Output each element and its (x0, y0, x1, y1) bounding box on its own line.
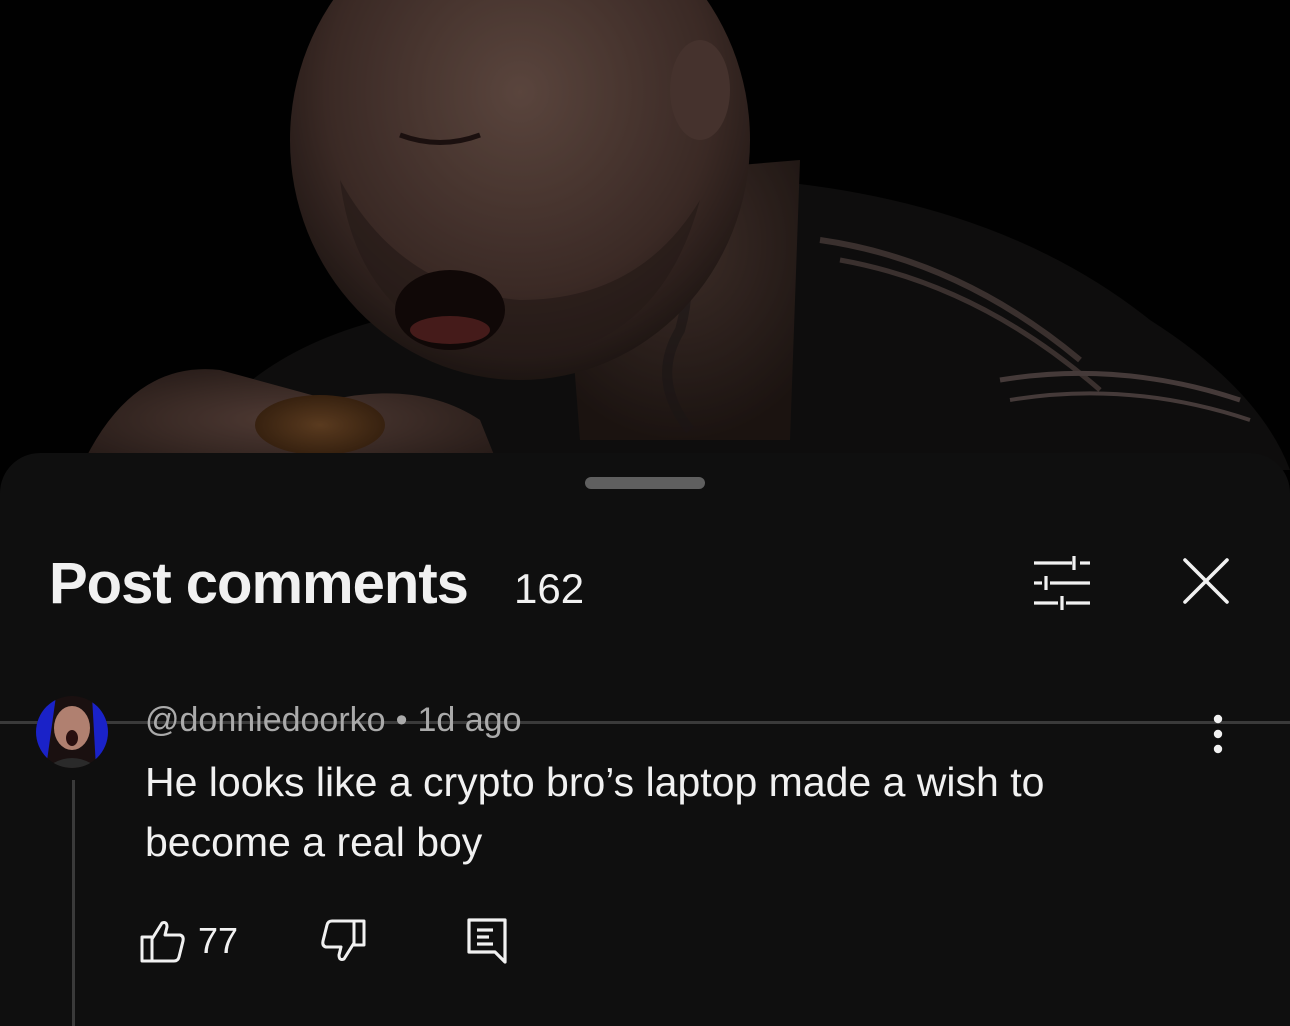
thread-line (72, 780, 75, 1026)
sort-filter-button[interactable] (1022, 543, 1102, 623)
comment-meta: @donniedoorko • 1d ago (145, 698, 521, 742)
app-screen: Post comments 162 @donniedoorko • 1d ago… (0, 0, 1290, 1026)
drag-handle[interactable] (585, 477, 705, 489)
panel-title: Post comments (49, 551, 469, 616)
more-vertical-icon (1213, 714, 1223, 754)
video-frame-image (0, 0, 1290, 470)
comment-actions: 77 (140, 906, 840, 976)
reply-icon (467, 918, 507, 964)
close-button[interactable] (1166, 541, 1246, 621)
comment-time: 1d ago (417, 701, 522, 739)
meta-separator: • (395, 701, 408, 739)
like-button[interactable]: 77 (140, 906, 238, 976)
comment-count: 162 (514, 565, 585, 612)
sort-filter-icon (1034, 556, 1090, 610)
like-count: 77 (198, 920, 239, 961)
more-options-button[interactable] (1188, 704, 1248, 764)
close-icon (1183, 558, 1229, 604)
comment-item: @donniedoorko • 1d ago He looks like a cry… (0, 694, 1290, 1026)
comments-sheet: Post comments 162 @donniedoorko • 1d ago… (0, 453, 1290, 1026)
thumbs-down-icon (321, 919, 366, 961)
thumbs-up-icon (140, 921, 185, 963)
comment-author[interactable]: @donniedoorko (145, 701, 386, 739)
comments-header: Post comments 162 (0, 523, 1290, 724)
avatar[interactable] (36, 696, 108, 768)
user-avatar-image (36, 696, 108, 768)
dislike-button[interactable] (308, 906, 378, 976)
comment-text: He looks like a crypto bro’s laptop made… (145, 759, 1045, 865)
video-player[interactable] (0, 0, 1290, 470)
reply-button[interactable] (452, 906, 522, 976)
